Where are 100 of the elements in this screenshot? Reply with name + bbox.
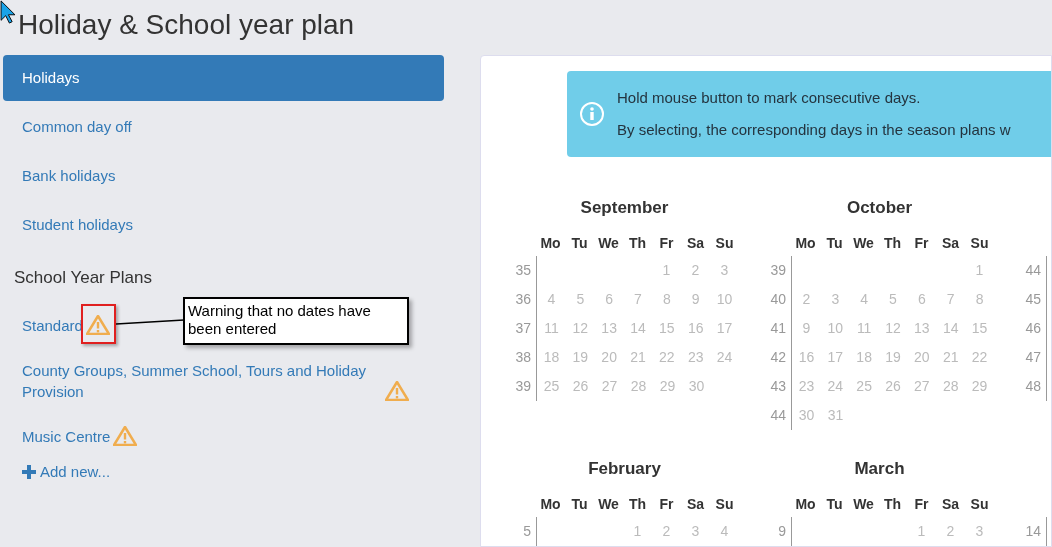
page-title: Holiday & School year plan: [18, 8, 355, 42]
weekday-header: We: [852, 494, 875, 514]
day-cell[interactable]: 17: [827, 347, 844, 368]
day-cell[interactable]: 3: [691, 521, 700, 542]
nav-item[interactable]: Common day off: [3, 104, 444, 150]
weekday-header: Mo: [794, 494, 817, 514]
day-cell[interactable]: 17: [716, 318, 733, 339]
day-cell[interactable]: 7: [634, 289, 642, 310]
weekday-header: Su: [714, 494, 735, 514]
day-cell[interactable]: 18: [543, 347, 560, 368]
day-cell[interactable]: 2: [691, 260, 700, 281]
day-cell[interactable]: 24: [716, 347, 733, 368]
weekday-header: Tu: [825, 494, 844, 514]
day-cell[interactable]: 4: [860, 289, 869, 310]
day-cell[interactable]: 28: [942, 376, 959, 397]
week-number: 35: [515, 261, 531, 280]
day-cell[interactable]: 26: [885, 376, 901, 397]
weekday-header: Tu: [570, 494, 589, 514]
weekday-header: Fr: [658, 233, 675, 253]
week-number: 39: [770, 261, 786, 280]
day-cell[interactable]: 9: [691, 289, 700, 310]
day-cell[interactable]: 12: [885, 318, 901, 339]
day-cell[interactable]: 4: [720, 521, 729, 542]
day-cell[interactable]: 11: [856, 318, 872, 339]
day-cell[interactable]: 30: [798, 405, 815, 426]
day-cell[interactable]: 21: [942, 347, 959, 368]
day-cell[interactable]: 15: [659, 318, 675, 339]
day-cell[interactable]: 31: [827, 405, 844, 426]
day-cell[interactable]: 27: [601, 376, 618, 397]
weekday-header: Sa: [685, 233, 706, 253]
weekday-header: Mo: [539, 494, 562, 514]
day-cell[interactable]: 11: [544, 318, 559, 339]
day-cell[interactable]: 9: [802, 318, 811, 339]
week-number: 38: [515, 348, 531, 367]
day-cell[interactable]: 13: [914, 318, 930, 339]
day-cell[interactable]: 2: [662, 521, 671, 542]
day-cell[interactable]: 8: [975, 289, 984, 310]
weekday-header: We: [852, 233, 875, 253]
day-cell[interactable]: 4: [547, 289, 556, 310]
day-cell[interactable]: 12: [572, 318, 589, 339]
day-cell[interactable]: 20: [601, 347, 617, 368]
day-cell[interactable]: 3: [975, 521, 984, 542]
day-cell[interactable]: 2: [946, 521, 955, 542]
day-cell[interactable]: 14: [630, 318, 646, 339]
day-cell[interactable]: 15: [971, 318, 988, 339]
day-cell[interactable]: 19: [572, 347, 589, 368]
leader-line: [116, 318, 184, 326]
day-cell[interactable]: 13: [601, 318, 617, 339]
day-cell[interactable]: 14: [942, 318, 959, 339]
day-cell[interactable]: 19: [885, 347, 901, 368]
day-cell[interactable]: 3: [720, 260, 729, 281]
day-cell[interactable]: 5: [576, 289, 585, 310]
week-number: 39: [515, 377, 531, 396]
plan-link[interactable]: County Groups, Summer School, Tours and Holiday Provision: [22, 359, 382, 402]
day-cell[interactable]: 30: [688, 376, 705, 397]
day-cell[interactable]: 26: [572, 376, 589, 397]
day-cell[interactable]: 29: [659, 376, 676, 397]
weekday-header: Fr: [913, 494, 930, 514]
day-cell[interactable]: 3: [831, 289, 840, 310]
nav-item[interactable]: Student holidays: [3, 202, 444, 248]
day-cell[interactable]: 25: [543, 376, 560, 397]
day-cell[interactable]: 16: [798, 347, 815, 368]
plan-link[interactable]: Music Centre: [22, 425, 111, 447]
day-cell[interactable]: 1: [662, 260, 671, 281]
day-cell[interactable]: 2: [802, 289, 811, 310]
section-heading: School Year Plans: [14, 267, 152, 289]
weekday-header: Mo: [539, 233, 562, 253]
day-cell[interactable]: 28: [630, 376, 647, 397]
day-cell[interactable]: 1: [917, 521, 926, 542]
day-cell[interactable]: 7: [946, 289, 955, 310]
day-cell[interactable]: 18: [856, 347, 872, 368]
day-cell[interactable]: 1: [975, 260, 984, 281]
day-cell[interactable]: 22: [659, 347, 675, 368]
day-cell[interactable]: 10: [827, 318, 844, 339]
day-cell[interactable]: 23: [687, 347, 704, 368]
day-cell[interactable]: 10: [716, 289, 733, 310]
add-new-link[interactable]: Add new...: [22, 460, 111, 483]
day-cell[interactable]: 21: [630, 347, 646, 368]
weekday-header: Th: [882, 233, 903, 253]
day-cell[interactable]: 25: [856, 376, 872, 397]
day-cell[interactable]: 6: [917, 289, 926, 310]
day-cell[interactable]: 22: [971, 347, 988, 368]
month-title: October: [846, 196, 913, 219]
day-cell[interactable]: 1: [633, 521, 642, 542]
day-cell[interactable]: 23: [798, 376, 815, 397]
day-cell[interactable]: 20: [914, 347, 930, 368]
annotation-highlight: [81, 304, 116, 344]
week-number: 5: [523, 522, 531, 541]
week-number: 46: [1025, 319, 1041, 338]
day-cell[interactable]: 16: [687, 318, 704, 339]
month-title: September: [580, 196, 669, 219]
day-cell[interactable]: 6: [605, 289, 614, 310]
day-cell[interactable]: 8: [662, 289, 671, 310]
weekday-header: Su: [714, 233, 735, 253]
day-cell[interactable]: 5: [889, 289, 897, 310]
day-cell[interactable]: 29: [971, 376, 988, 397]
day-cell[interactable]: 24: [827, 376, 844, 397]
day-cell[interactable]: 27: [914, 376, 930, 397]
nav-item[interactable]: Holidays: [3, 55, 444, 101]
nav-item[interactable]: Bank holidays: [3, 153, 444, 199]
